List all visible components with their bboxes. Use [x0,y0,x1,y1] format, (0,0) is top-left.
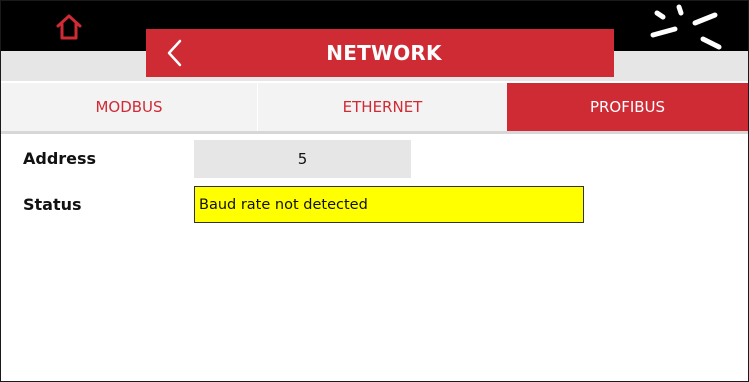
title-bar: NETWORK [146,29,614,77]
page-title: NETWORK [326,41,442,65]
tab-modbus[interactable]: MODBUS [1,83,258,131]
address-label: Address [23,149,97,168]
tab-bar: MODBUS ETHERNET PROFIBUS [1,83,748,131]
screen: NETWORK MODBUS ETHERNET PROFIBUS Address… [0,0,749,382]
chevron-left-icon [167,39,182,67]
back-button[interactable] [160,35,190,71]
address-field[interactable]: 5 [194,140,411,178]
home-button[interactable] [41,7,97,47]
status-label: Status [23,195,82,214]
home-icon [56,14,82,40]
tab-divider [1,131,748,134]
spinner-icon [650,4,722,50]
tab-ethernet[interactable]: ETHERNET [258,83,507,131]
tab-profibus[interactable]: PROFIBUS [507,83,748,131]
status-field: Baud rate not detected [194,186,584,223]
